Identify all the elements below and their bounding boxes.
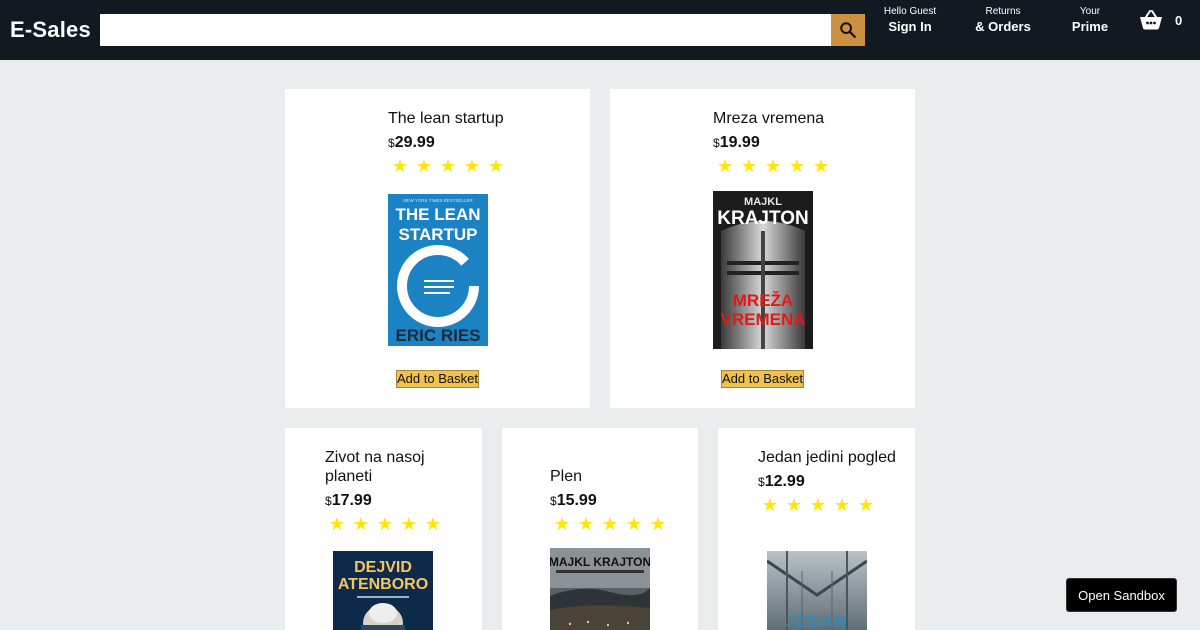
star-icon: ★ (352, 514, 370, 534)
product-card: Zivot na nasoj planeti $17.99 ★ ★ ★ ★ ★ DEJV… (285, 428, 482, 630)
star-icon: ★ (788, 156, 806, 176)
star-icon: ★ (400, 514, 418, 534)
star-icon: ★ (625, 514, 643, 534)
cover-title-line2: ATENBORO (338, 576, 428, 593)
product-price: $12.99 (758, 472, 908, 492)
price-amount: 17.99 (331, 492, 372, 509)
basket-icon (1140, 10, 1162, 30)
star-icon: ★ (857, 495, 875, 515)
cover-title-line2: STARTUP (398, 225, 477, 244)
star-icon: ★ (487, 156, 505, 176)
product-info: The lean startup $29.99 ★ ★ ★ ★ ★ (388, 109, 578, 178)
price-amount: 29.99 (394, 134, 435, 151)
cover-author-last: KRAJTON (717, 208, 809, 229)
top-navbar: E-Sales Hello Guest Sign In Returns & Or… (0, 0, 1200, 60)
star-icon: ★ (439, 156, 457, 176)
product-price: $17.99 (325, 491, 475, 511)
product-image: MAJKL KRAJTON MREŽA VREMENA (713, 191, 813, 349)
orders-label: & Orders (975, 19, 1031, 34)
product-price: $19.99 (713, 133, 903, 153)
product-title: Jedan jedini pogled (758, 449, 896, 466)
prime-your-label: Your (1079, 6, 1101, 17)
star-icon: ★ (809, 495, 827, 515)
price-amount: 12.99 (764, 473, 805, 490)
currency-symbol: $ (388, 136, 395, 150)
cover-author: ERIC RIES (395, 326, 480, 345)
star-icon: ★ (577, 514, 595, 534)
product-image: MAJKL KRAJTON (550, 548, 650, 630)
currency-symbol: $ (550, 494, 557, 508)
star-icon: ★ (649, 514, 667, 534)
star-icon: ★ (761, 495, 779, 515)
star-rating: ★ ★ ★ ★ ★ (758, 493, 908, 517)
star-rating: ★ ★ ★ ★ ★ (713, 154, 903, 178)
add-to-basket-button[interactable]: Add to Basket (396, 370, 479, 388)
product-title: Plen (550, 468, 583, 485)
product-title: Mreza vremena (713, 110, 825, 127)
star-icon: ★ (785, 495, 803, 515)
star-icon: ★ (463, 156, 481, 176)
search-button[interactable] (831, 14, 865, 46)
prime-option[interactable]: Your Prime (1066, 6, 1114, 35)
cover-top-text: NEW YORK TIMES BESTSELLER (403, 198, 473, 203)
star-icon: ★ (716, 156, 734, 176)
product-card: Mreza vremena $19.99 ★ ★ ★ ★ ★ MAJKL KRAJTON… (610, 89, 915, 408)
search-input[interactable] (100, 14, 831, 46)
returns-label: Returns (985, 6, 1021, 17)
product-card: Jedan jedini pogled $12.99 ★ ★ ★ ★ ★ JEDAN (718, 428, 915, 630)
star-icon: ★ (328, 514, 346, 534)
cover-title-line1: THE LEAN (396, 205, 481, 224)
product-price: $29.99 (388, 133, 578, 153)
open-sandbox-button[interactable]: Open Sandbox (1066, 578, 1177, 612)
product-title: The lean startup (388, 110, 504, 127)
price-amount: 19.99 (719, 134, 760, 151)
product-price: $15.99 (550, 491, 695, 511)
site-logo[interactable]: E-Sales (10, 17, 91, 43)
search-bar (100, 14, 865, 46)
sign-in-label: Sign In (888, 19, 932, 34)
star-rating: ★ ★ ★ ★ ★ (325, 512, 475, 536)
star-icon: ★ (376, 514, 394, 534)
product-info: Zivot na nasoj planeti $17.99 ★ ★ ★ ★ ★ (325, 448, 475, 536)
star-icon: ★ (553, 514, 571, 534)
basket-count: 0 (1175, 12, 1183, 28)
product-info: Jedan jedini pogled $12.99 ★ ★ ★ ★ ★ (758, 448, 908, 517)
product-image: NEW YORK TIMES BESTSELLER THE LEAN START… (388, 194, 488, 346)
star-icon: ★ (415, 156, 433, 176)
add-to-basket-button[interactable]: Add to Basket (721, 370, 804, 388)
star-icon: ★ (764, 156, 782, 176)
product-image: JEDAN (767, 551, 867, 630)
star-icon: ★ (391, 156, 409, 176)
star-icon: ★ (601, 514, 619, 534)
product-image: DEJVID ATENBORO (333, 551, 433, 630)
star-icon: ★ (424, 514, 442, 534)
cover-title-line2: VREMENA (720, 310, 805, 329)
price-amount: 15.99 (556, 492, 597, 509)
sign-in-greeting: Hello Guest (883, 6, 937, 17)
prime-label: Prime (1071, 19, 1109, 34)
cover-title-line1: MREŽA (733, 291, 793, 310)
star-rating: ★ ★ ★ ★ ★ (550, 512, 695, 536)
currency-symbol: $ (758, 475, 765, 489)
star-icon: ★ (740, 156, 758, 176)
cover-author: MAJKL KRAJTON (550, 555, 650, 569)
product-card: Plen $15.99 ★ ★ ★ ★ ★ MAJKL KRAJTON (502, 428, 698, 630)
cover-title-line1: DEJVID (354, 559, 412, 576)
product-card: The lean startup $29.99 ★ ★ ★ ★ ★ NEW YORK T… (285, 89, 590, 408)
basket-link[interactable]: 0 (1139, 9, 1182, 31)
product-info: Plen $15.99 ★ ★ ★ ★ ★ (550, 467, 695, 536)
star-icon: ★ (833, 495, 851, 515)
cover-title-line1: JEDAN (786, 614, 848, 630)
currency-symbol: $ (325, 494, 332, 508)
search-icon (840, 22, 856, 38)
currency-symbol: $ (713, 136, 720, 150)
cover-author-first: MAJKL (744, 196, 782, 208)
returns-orders-option[interactable]: Returns & Orders (970, 6, 1036, 35)
product-info: Mreza vremena $19.99 ★ ★ ★ ★ ★ (713, 109, 903, 178)
star-icon: ★ (812, 156, 830, 176)
star-rating: ★ ★ ★ ★ ★ (388, 154, 578, 178)
sign-in-option[interactable]: Hello Guest Sign In (878, 6, 942, 35)
product-title: Zivot na nasoj planeti (325, 449, 425, 485)
